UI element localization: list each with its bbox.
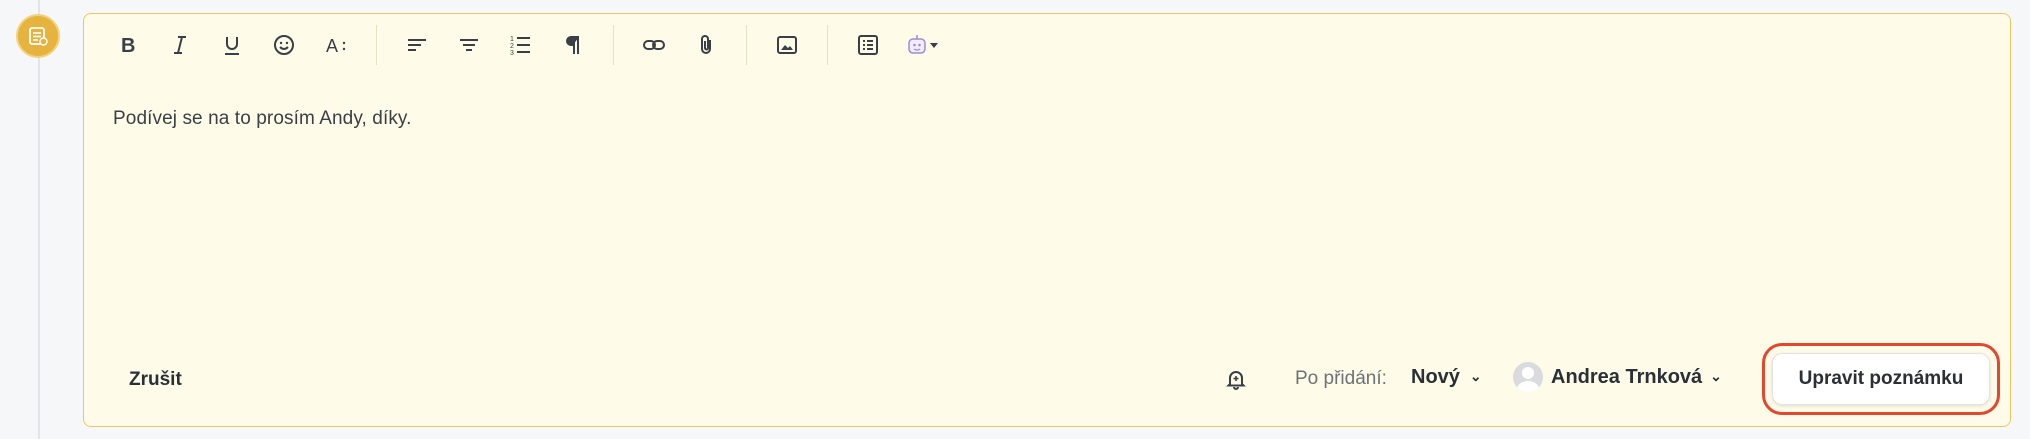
svg-text:2: 2 (510, 43, 514, 50)
formatting-toolbar: B A 123 (84, 14, 2010, 76)
align-left-button[interactable] (391, 23, 443, 67)
cancel-button[interactable]: Zrušit (129, 369, 182, 391)
svg-text:B: B (121, 35, 135, 57)
svg-text:3: 3 (510, 50, 514, 57)
toolbar-divider (827, 25, 828, 65)
bell-icon (1226, 371, 1246, 390)
after-add-label: Po přidání: (1295, 368, 1387, 389)
timeline-line (38, 0, 40, 439)
table-button[interactable] (842, 23, 894, 67)
svg-text:1: 1 (510, 36, 514, 43)
link-button[interactable] (628, 23, 680, 67)
toolbar-divider (613, 25, 614, 65)
note-icon (29, 27, 48, 46)
assignee-name: Andrea Trnková (1551, 365, 1703, 388)
table-icon (858, 35, 878, 55)
numbered-list-button[interactable]: 123 (495, 23, 547, 67)
attachment-button[interactable] (680, 23, 732, 67)
align-center-button[interactable] (443, 23, 495, 67)
image-button[interactable] (761, 23, 813, 67)
chevron-down-icon: ⌄ (1469, 368, 1482, 384)
status-value: Nový (1411, 366, 1460, 388)
align-center-icon (460, 39, 478, 51)
note-type-icon (16, 14, 60, 58)
underline-icon (225, 37, 239, 55)
font-size-button[interactable]: A (310, 23, 362, 67)
underline-button[interactable] (206, 23, 258, 67)
bold-icon: B (121, 35, 135, 57)
attachment-icon (701, 35, 711, 54)
toolbar-divider (376, 25, 377, 65)
link-icon (643, 40, 665, 50)
chevron-down-icon: ⌄ (1710, 367, 1722, 384)
update-note-button[interactable]: Upravit poznámku (1772, 353, 1990, 405)
ai-assistant-icon (908, 35, 938, 54)
image-icon (777, 36, 797, 54)
align-left-icon (408, 39, 426, 51)
paragraph-button[interactable] (547, 23, 599, 67)
notification-bell-button[interactable] (1223, 366, 1249, 392)
bold-button[interactable]: B (102, 23, 154, 67)
status-dropdown[interactable]: Nový ⌄ (1411, 366, 1482, 389)
avatar (1513, 362, 1543, 392)
assignee-dropdown[interactable]: Andrea Trnková ⌄ (1513, 362, 1722, 392)
paragraph-icon (566, 36, 579, 54)
italic-button[interactable] (154, 23, 206, 67)
emoji-button[interactable] (258, 23, 310, 67)
font-size-icon: A (326, 36, 346, 56)
numbered-list-icon: 123 (510, 36, 530, 57)
svg-text:A: A (326, 36, 338, 56)
ai-assistant-button[interactable] (894, 23, 952, 67)
emoji-icon (274, 35, 294, 55)
italic-icon (174, 36, 186, 54)
toolbar-divider (746, 25, 747, 65)
note-text[interactable]: Podívej se na to prosím Andy, díky. (113, 108, 412, 130)
